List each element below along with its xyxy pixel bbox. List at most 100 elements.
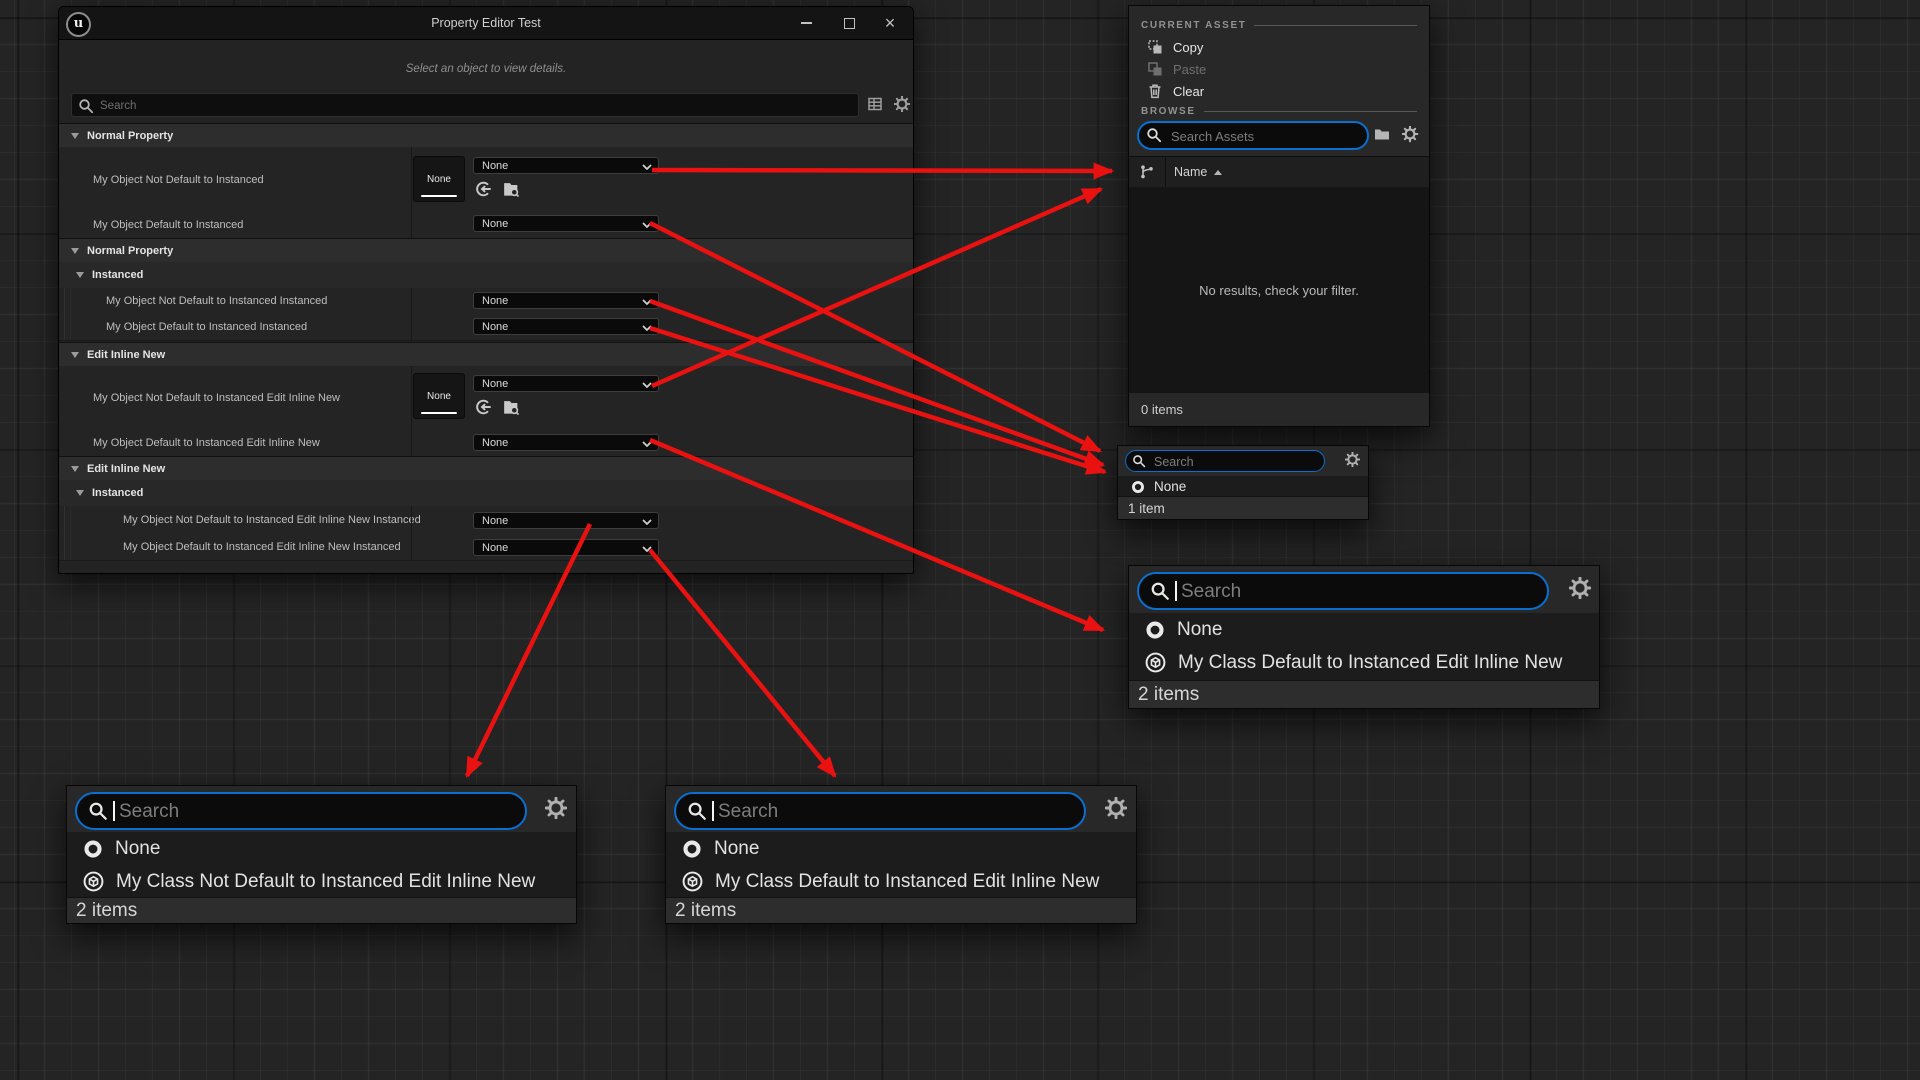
none-circle-icon: [1145, 620, 1165, 640]
use-selected-asset-icon[interactable]: [475, 181, 491, 197]
class-search-bar[interactable]: [1137, 572, 1549, 610]
category-header[interactable]: Edit Inline New: [59, 456, 913, 482]
category-header[interactable]: Normal Property: [59, 123, 913, 149]
expander-triangle-icon: [71, 466, 79, 472]
window-title: Property Editor Test: [59, 7, 913, 39]
text-cursor: [113, 801, 115, 821]
property-row: My Object Not Default to Instanced Insta…: [59, 288, 913, 315]
subcategory-header[interactable]: Instanced: [59, 480, 913, 507]
asset-search-input[interactable]: [1169, 123, 1361, 150]
menu-item-copy[interactable]: Copy: [1147, 37, 1203, 57]
property-row: My Object Default to Instanced None: [59, 212, 913, 239]
category-label: Edit Inline New: [87, 343, 165, 367]
class-list: None: [1118, 476, 1368, 497]
asset-combo-button[interactable]: None: [473, 318, 659, 335]
column-divider: [411, 212, 412, 238]
paste-icon: [1147, 61, 1163, 77]
class-picker-popup-small: None 1 item: [1117, 445, 1369, 520]
asset-list-header[interactable]: Name: [1129, 156, 1429, 188]
column-divider: [411, 147, 412, 212]
class-search-bar[interactable]: [674, 792, 1086, 830]
chevron-down-icon: [641, 162, 653, 172]
combo-value: None: [482, 160, 508, 172]
item-count: 2 items: [1138, 684, 1199, 706]
chevron-down-icon: [641, 297, 653, 307]
list-item-label: My Class Default to Instanced Edit Inlin…: [1178, 652, 1562, 674]
asset-combo-button[interactable]: None: [473, 434, 659, 451]
property-editor-window: u Property Editor Test × Select an objec…: [58, 6, 914, 574]
asset-thumbnail[interactable]: None: [413, 156, 465, 202]
menu-item-label: Copy: [1173, 40, 1203, 55]
class-search-input[interactable]: [1179, 574, 1537, 610]
class-cube-icon: [1145, 652, 1166, 673]
close-button[interactable]: ×: [875, 7, 905, 39]
menu-item-clear[interactable]: Clear: [1147, 81, 1204, 101]
asset-search-bar[interactable]: [1137, 121, 1369, 150]
list-item-none[interactable]: None: [1118, 476, 1368, 497]
asset-combo-button[interactable]: None: [473, 215, 659, 232]
text-cursor: [712, 801, 714, 821]
browse-to-asset-icon[interactable]: [503, 181, 520, 198]
item-count: 2 items: [675, 900, 736, 922]
property-row: My Object Not Default to Instanced Edit …: [59, 506, 913, 534]
minimize-button[interactable]: [791, 7, 821, 39]
item-count: 0 items: [1141, 402, 1183, 417]
name-column-header[interactable]: Name: [1174, 165, 1207, 179]
property-label: My Object Not Default to Instanced Edit …: [123, 506, 421, 533]
asset-thumbnail[interactable]: None: [413, 373, 465, 419]
list-item-class[interactable]: My Class Not Default to Instanced Edit I…: [67, 865, 576, 898]
asset-picker-menu: CURRENT ASSET Copy Paste Clear BROWSE Na…: [1128, 5, 1430, 427]
class-search-input[interactable]: [716, 794, 1074, 830]
property-row: My Object Not Default to Instanced None …: [59, 147, 913, 213]
chevron-down-icon: [641, 544, 653, 554]
class-search-input[interactable]: [1152, 451, 1318, 473]
subcategory-header[interactable]: Instanced: [59, 262, 913, 289]
asset-combo-button[interactable]: None: [473, 292, 659, 309]
details-search-input[interactable]: [98, 94, 854, 118]
list-item-class[interactable]: My Class Default to Instanced Edit Inlin…: [1129, 646, 1599, 679]
list-item-none[interactable]: None: [1129, 613, 1599, 646]
class-search-bar[interactable]: [75, 792, 527, 830]
property-label: My Object Default to Instanced Instanced: [106, 314, 307, 340]
display-filter-icon[interactable]: [867, 96, 883, 112]
view-settings-gear-icon[interactable]: [1402, 126, 1419, 143]
class-settings-gear-icon[interactable]: [1569, 577, 1591, 599]
asset-combo-button[interactable]: None: [473, 512, 659, 529]
none-circle-icon: [83, 839, 103, 859]
class-search-input[interactable]: [117, 794, 515, 830]
arrow-row8-to-bottom-middle-popup: [650, 550, 835, 776]
browse-to-asset-icon[interactable]: [503, 399, 520, 416]
copy-icon: [1147, 39, 1163, 55]
list-item-none[interactable]: None: [67, 832, 576, 865]
folder-icon[interactable]: [1374, 126, 1391, 143]
class-settings-gear-icon[interactable]: [1105, 797, 1127, 819]
source-control-hierarchy-icon[interactable]: [1139, 164, 1155, 180]
list-item-label: None: [714, 838, 759, 860]
window-titlebar[interactable]: u Property Editor Test ×: [59, 7, 913, 40]
category-header[interactable]: Edit Inline New: [59, 342, 913, 368]
class-picker-popup-bottom-middle: None My Class Default to Instanced Edit …: [665, 785, 1137, 924]
class-search-bar[interactable]: [1125, 450, 1325, 472]
search-icon: [88, 801, 108, 821]
asset-combo-button[interactable]: None: [473, 157, 659, 174]
trash-icon: [1147, 83, 1163, 99]
class-settings-gear-icon[interactable]: [545, 797, 567, 819]
thumbnail-label: None: [427, 391, 451, 402]
search-icon: [78, 98, 94, 114]
use-selected-asset-icon[interactable]: [475, 399, 491, 415]
asset-combo-button[interactable]: None: [473, 539, 659, 556]
menu-item-paste[interactable]: Paste: [1147, 59, 1206, 79]
details-search-bar[interactable]: [71, 93, 859, 117]
no-results-text: No results, check your filter.: [1199, 283, 1359, 298]
list-item-none[interactable]: None: [666, 832, 1136, 865]
class-cube-icon: [83, 871, 104, 892]
class-settings-gear-icon[interactable]: [1345, 452, 1360, 467]
list-item-class[interactable]: My Class Default to Instanced Edit Inlin…: [666, 865, 1136, 898]
menu-item-label: Paste: [1173, 62, 1206, 77]
class-picker-popup-right: None My Class Default to Instanced Edit …: [1128, 565, 1600, 709]
asset-combo-button[interactable]: None: [473, 375, 659, 392]
maximize-button[interactable]: [834, 7, 864, 39]
details-settings-gear-icon[interactable]: [894, 96, 910, 112]
combo-value: None: [482, 542, 508, 554]
category-header[interactable]: Normal Property: [59, 238, 913, 264]
